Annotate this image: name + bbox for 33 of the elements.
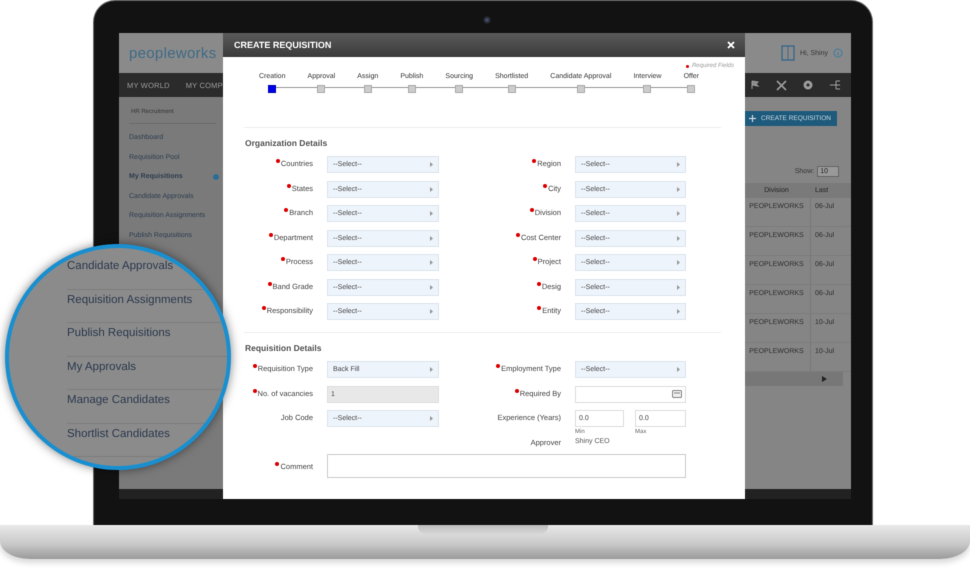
caret-icon — [430, 284, 433, 290]
required-icon — [686, 64, 689, 68]
caret-icon — [677, 236, 680, 240]
caret-icon — [430, 260, 433, 265]
camera-icon — [483, 16, 491, 24]
section-title: Requisition Details — [245, 343, 323, 353]
caret-icon — [677, 260, 680, 265]
caret-icon — [677, 284, 680, 290]
logo: peopleworks — [129, 44, 217, 62]
caret-icon — [430, 186, 433, 192]
scroll-bar[interactable] — [743, 372, 843, 386]
scroll-arrow-icon[interactable] — [822, 376, 827, 382]
caret-icon — [677, 211, 680, 216]
sitemap-icon[interactable] — [829, 80, 841, 90]
dialog-title: CREATE REQUISITION — [234, 40, 332, 50]
caret-icon — [677, 309, 680, 314]
date-field[interactable] — [575, 386, 686, 402]
caret-icon — [430, 367, 433, 372]
caret-icon — [430, 309, 433, 314]
calendar-icon[interactable] — [672, 390, 682, 398]
flag-icon[interactable] — [750, 80, 760, 90]
caret-icon — [677, 367, 680, 372]
section-title: Organization Details — [245, 138, 328, 148]
caret-icon — [430, 416, 433, 421]
plus-icon — [749, 115, 756, 122]
caret-icon — [677, 186, 680, 192]
caret-icon — [677, 162, 680, 167]
caret-icon — [430, 236, 433, 240]
caret-icon — [430, 162, 433, 167]
user-icon — [780, 45, 795, 61]
close-icon[interactable] — [727, 41, 735, 49]
comment-field[interactable] — [327, 454, 686, 478]
caret-icon — [430, 211, 433, 216]
